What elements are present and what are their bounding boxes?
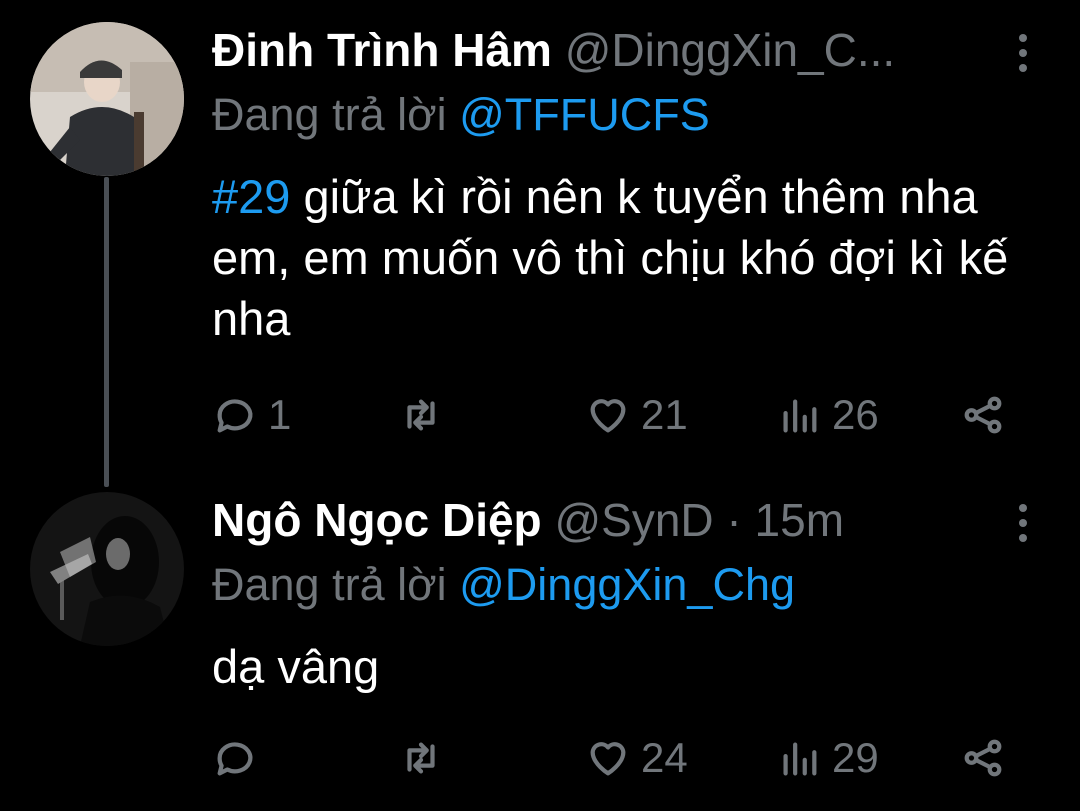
tweet-header: Đinh Trình Hâm @DinggXin_C...: [212, 22, 1020, 78]
more-icon[interactable]: [1016, 34, 1030, 74]
tweet-text: #29 giữa kì rồi nên k tuyển thêm nha em,…: [212, 166, 1032, 349]
retweet-button[interactable]: [398, 385, 454, 445]
avatar-photo: [30, 492, 184, 646]
replying-prefix: Đang trả lời: [212, 559, 447, 610]
retweet-icon: [407, 742, 435, 774]
share-button[interactable]: [960, 728, 1006, 788]
thread-line: [104, 177, 109, 487]
mention-link[interactable]: @TFFUCFS: [459, 89, 710, 140]
replying-prefix: Đang trả lời: [212, 89, 447, 140]
replying-to: Đang trả lời @TFFUCFS: [212, 86, 710, 144]
like-count: 24: [641, 734, 688, 781]
tweet-body: dạ vâng: [212, 640, 380, 693]
views-button[interactable]: 29: [776, 728, 879, 788]
tweet[interactable]: Ngô Ngọc Diệp @SynD · 15m Đang trả lời @…: [0, 470, 1080, 811]
views-count: 26: [832, 391, 879, 438]
retweet-icon: [407, 399, 435, 431]
action-bar: 24 29: [212, 728, 1022, 788]
like-count: 21: [641, 391, 688, 438]
like-button[interactable]: 21: [585, 385, 688, 445]
tweet-header: Ngô Ngọc Diệp @SynD · 15m: [212, 492, 1020, 548]
reply-count: 1: [268, 391, 292, 438]
reply-button[interactable]: 1: [212, 385, 291, 445]
user-handle[interactable]: @DinggXin_C...: [565, 24, 896, 76]
timestamp[interactable]: 15m: [755, 494, 844, 546]
like-button[interactable]: 24: [585, 728, 688, 788]
avatar[interactable]: [30, 22, 184, 176]
views-icon: [783, 399, 817, 433]
tweet-text: dạ vâng: [212, 636, 1032, 697]
display-name[interactable]: Đinh Trình Hâm: [212, 24, 552, 76]
hashtag-link[interactable]: #29: [212, 170, 290, 223]
more-icon[interactable]: [1016, 504, 1030, 544]
avatar[interactable]: [30, 492, 184, 646]
like-icon: [590, 742, 626, 776]
replying-to: Đang trả lời @DinggXin_Chg: [212, 556, 795, 614]
action-bar: 1 21 26: [212, 385, 1022, 445]
views-count: 29: [832, 734, 879, 781]
display-name[interactable]: Ngô Ngọc Diệp: [212, 494, 542, 546]
views-icon: [783, 742, 817, 776]
reply-button[interactable]: [212, 728, 268, 788]
mention-link[interactable]: @DinggXin_Chg: [459, 559, 795, 610]
retweet-button[interactable]: [398, 728, 454, 788]
separator: ·: [726, 494, 742, 546]
tweet-body: giữa kì rồi nên k tuyển thêm nha em, em …: [212, 170, 1009, 345]
tweet[interactable]: Đinh Trình Hâm @DinggXin_C... Đang trả l…: [0, 0, 1080, 487]
user-handle[interactable]: @SynD: [554, 494, 713, 546]
share-icon: [964, 396, 1002, 434]
share-button[interactable]: [960, 385, 1006, 445]
like-icon: [590, 399, 626, 433]
avatar-photo: [30, 22, 184, 176]
reply-icon: [217, 399, 253, 433]
views-button[interactable]: 26: [776, 385, 879, 445]
share-icon: [964, 739, 1002, 777]
reply-icon: [217, 742, 253, 776]
